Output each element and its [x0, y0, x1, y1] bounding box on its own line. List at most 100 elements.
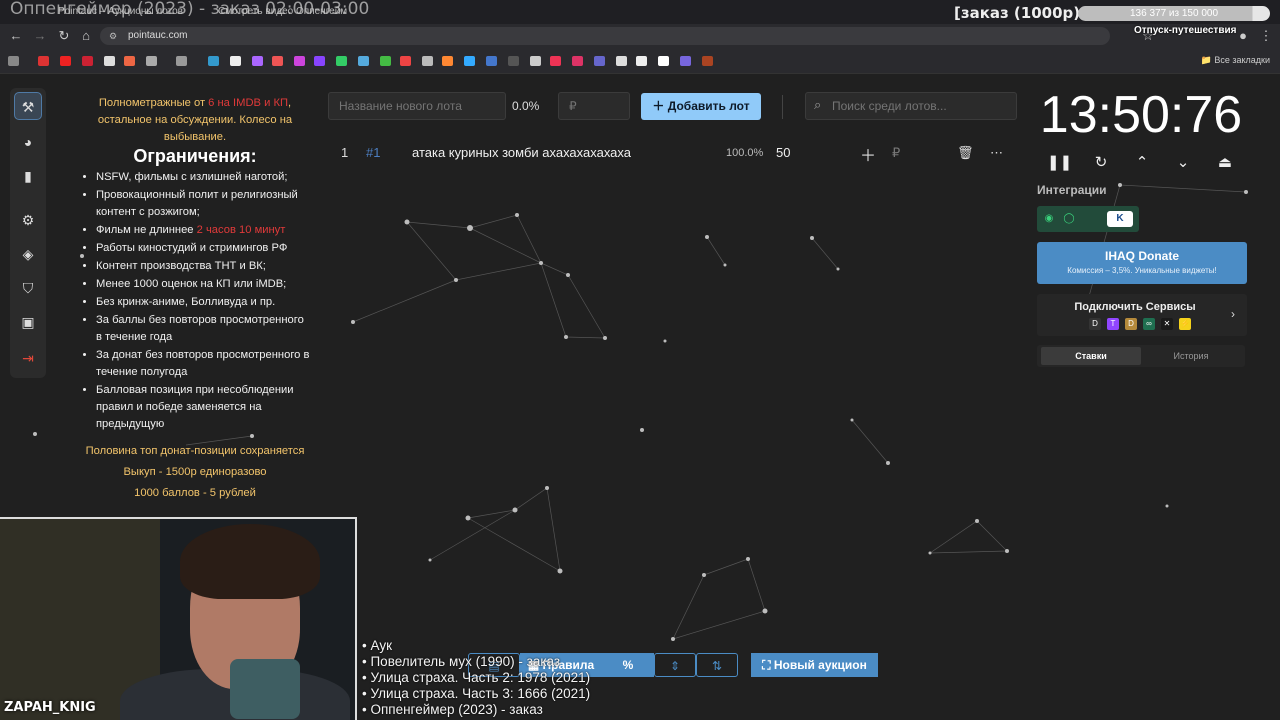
bookmark-icon[interactable] — [104, 56, 115, 66]
bookmark-icon[interactable] — [702, 56, 713, 66]
add-lot-button[interactable]: ＋ Добавить лот — [641, 93, 761, 120]
bookmark-icon[interactable] — [146, 56, 157, 66]
order-queue-item: • Улица страха. Часть 2: 1978 (2021) — [362, 670, 591, 685]
lot-add-amount-icon[interactable]: ＋ — [860, 142, 876, 166]
bookmark-icon[interactable] — [272, 56, 283, 66]
toolbar-divider — [782, 95, 783, 119]
lot-id[interactable]: #1 — [366, 145, 380, 160]
restriction-item: За донат без повторов просмотренного в т… — [96, 347, 312, 381]
integrations-title: Интеграции — [1037, 183, 1107, 197]
tab-history[interactable]: История — [1141, 347, 1241, 365]
left-sidebar: ⚒ ◕ ▮ ⚙ ◈ ⛉ ▣ ⇥ — [10, 88, 46, 378]
bookmark-icon[interactable] — [336, 56, 347, 66]
webcam-hair — [180, 524, 320, 599]
lot-name[interactable]: атака куриных зомби ахахахахахаха — [412, 145, 631, 160]
new-auction-label: Новый аукцион — [773, 658, 867, 672]
url-text: pointauc.com — [128, 30, 188, 41]
delete-trash-icon[interactable]: 🗑 — [957, 145, 974, 161]
bookmark-icon[interactable] — [124, 56, 135, 66]
chevron-down-icon[interactable]: ⌄ — [1171, 152, 1195, 174]
donationalerts-icon: D — [1089, 318, 1101, 330]
integration-icon[interactable]: ◯ — [1061, 211, 1077, 227]
pause-icon[interactable]: ❚❚ — [1047, 152, 1072, 174]
bookmark-icon[interactable] — [464, 56, 475, 66]
bookmark-icon[interactable] — [422, 56, 433, 66]
tab-bets[interactable]: Ставки — [1041, 347, 1141, 365]
lot-currency[interactable]: ₽ — [892, 145, 900, 161]
video-playlist-icon[interactable]: ▣ — [14, 308, 42, 336]
bookmark-icon[interactable] — [594, 56, 605, 66]
bookmark-icon[interactable] — [658, 56, 669, 66]
restriction-item: Менее 1000 оценок на КП или iMDB; — [96, 276, 312, 293]
percent-toggle-button[interactable]: % — [602, 653, 654, 677]
bookmark-icon[interactable] — [636, 56, 647, 66]
ihaq-donate-subtitle: Комиссия – 3,5%. Уникальные виджеты! — [1067, 266, 1217, 275]
bookmark-icon[interactable] — [572, 56, 583, 66]
shield-icon[interactable]: ⛉ — [14, 274, 42, 302]
eject-icon[interactable]: ⏏ — [1213, 152, 1237, 174]
forward-arrow-icon[interactable]: → — [32, 28, 48, 44]
back-arrow-icon[interactable]: ← — [8, 28, 24, 44]
reload-icon[interactable]: ↻ — [56, 28, 72, 44]
bookmark-icon[interactable] — [358, 56, 369, 66]
profile-icon[interactable]: ● — [1235, 28, 1251, 44]
donation-goal-bar: 136 377 из 150 000 — [1078, 6, 1270, 21]
new-auction-button[interactable]: ⛶ Новый аукцион — [751, 653, 878, 677]
bookmark-icon[interactable] — [380, 56, 391, 66]
bookmark-icon[interactable] — [176, 56, 187, 66]
reset-icon[interactable]: ↻ — [1089, 152, 1113, 174]
order-queue-item: • Повелитель мух (1990) - заказ — [362, 654, 561, 669]
lot-search-input[interactable] — [805, 92, 1017, 120]
bookmark-icon[interactable] — [314, 56, 325, 66]
home-icon[interactable]: ⌂ — [78, 28, 94, 44]
more-options-icon[interactable]: ⋯ — [990, 145, 1003, 161]
settings-gear-icon[interactable]: ⚙ — [14, 206, 42, 234]
vk-icon[interactable]: K — [1107, 211, 1133, 227]
order-queue-item: • Аук — [362, 638, 392, 653]
auction-hammer-icon[interactable]: ⚒ — [14, 92, 42, 120]
new-lot-name-input[interactable] — [328, 92, 506, 120]
webcam-feed — [0, 517, 357, 720]
apps-grid-icon[interactable] — [8, 56, 19, 66]
stats-icon[interactable]: ▮ — [14, 162, 42, 190]
service-logos: D T D ∞ ✕ ⚡ — [1089, 318, 1191, 330]
all-bookmarks-label: Все закладки — [1214, 55, 1270, 65]
compress-icon[interactable]: ⇕ — [654, 653, 696, 677]
bookmark-icon[interactable] — [550, 56, 561, 66]
all-bookmarks-link[interactable]: 📁 Все закладки — [1201, 55, 1270, 66]
chevron-up-icon[interactable]: ⌃ — [1130, 152, 1154, 174]
logout-icon[interactable]: ⇥ — [14, 344, 42, 372]
site-info-icon[interactable]: ⚙ — [109, 31, 119, 41]
menu-icon[interactable]: ⋮ — [1258, 28, 1274, 44]
bookmark-icon[interactable] — [38, 56, 49, 66]
bookmark-icon[interactable] — [508, 56, 519, 66]
ihaq-donate-banner[interactable]: IHAQ Donate Комиссия – 3,5%. Уникальные … — [1037, 242, 1247, 284]
bookmark-icon[interactable] — [680, 56, 691, 66]
url-field[interactable]: ⚙ pointauc.com — [100, 27, 1110, 45]
bookmark-icon[interactable] — [230, 56, 241, 66]
bookmark-icon[interactable] — [208, 56, 219, 66]
lot-index: 1 — [341, 145, 349, 160]
sort-icon[interactable]: ⇅ — [696, 653, 738, 677]
new-lot-amount-input[interactable] — [558, 92, 630, 120]
search-icon: ⌕ — [814, 97, 822, 112]
restriction-item: Работы киностудий и стримингов РФ — [96, 240, 312, 257]
bookmark-icon[interactable] — [616, 56, 627, 66]
wheel-icon[interactable]: ◕ — [14, 128, 42, 156]
lot-percent: 100.0% — [726, 147, 764, 159]
bookmark-icon[interactable] — [252, 56, 263, 66]
bookmark-icon[interactable] — [486, 56, 497, 66]
bookmark-icon[interactable] — [60, 56, 71, 66]
bookmark-icon[interactable] — [294, 56, 305, 66]
bookmark-icon[interactable] — [400, 56, 411, 66]
connect-services-card[interactable]: Подключить Сервисы D T D ∞ ✕ ⚡ › — [1037, 294, 1247, 336]
order-queue-item: • Оппенгеймер (2023) - заказ — [362, 702, 543, 717]
integration-active-icon[interactable]: ◉ — [1041, 211, 1057, 227]
rules-intro-text: Полнометражные от — [98, 97, 209, 109]
bookmark-icon[interactable] — [442, 56, 453, 66]
layers-icon[interactable]: ◈ — [14, 240, 42, 268]
bookmark-icon[interactable] — [530, 56, 541, 66]
lot-amount[interactable]: 50 — [776, 145, 790, 160]
bookmark-icon[interactable] — [82, 56, 93, 66]
connect-services-title: Подключить Сервисы — [1074, 301, 1196, 313]
